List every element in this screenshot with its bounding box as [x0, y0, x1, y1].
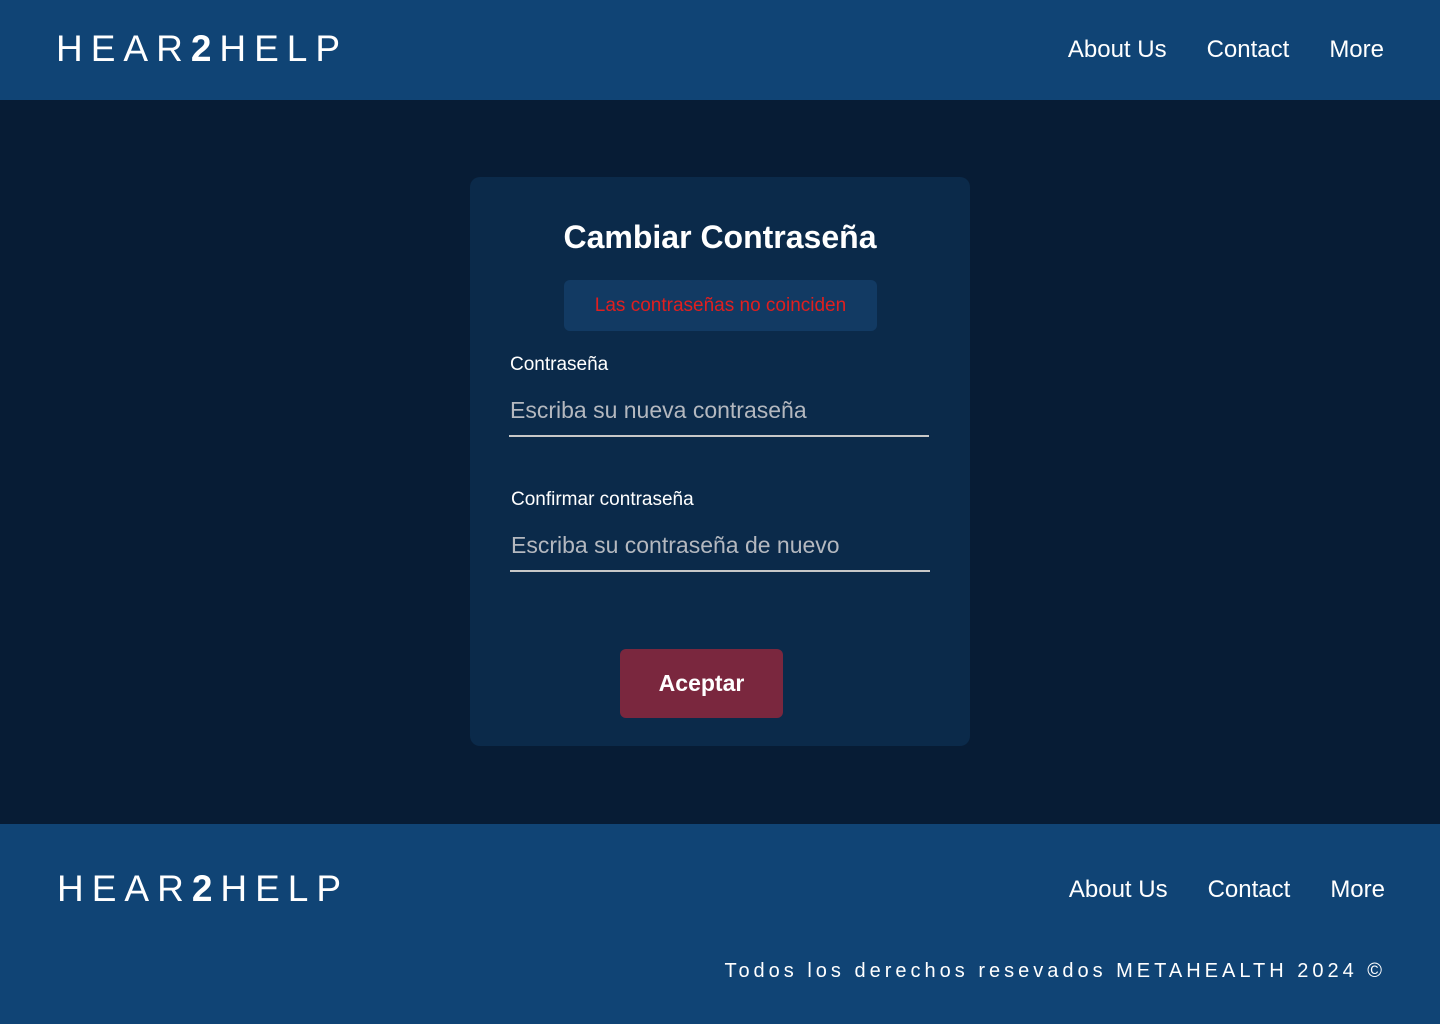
password-input[interactable] [509, 393, 929, 437]
nav-more-link[interactable]: More [1329, 36, 1384, 64]
copyright-text: Todos los derechos resevados METAHEALTH … [724, 960, 1386, 982]
footer-contact-link[interactable]: Contact [1208, 876, 1291, 904]
footer-nav: About Us Contact More [1069, 876, 1385, 904]
header-logo[interactable]: HEAR2HELP [56, 28, 348, 70]
nav-about-us-link[interactable]: About Us [1068, 36, 1167, 64]
logo-text-hear: HEAR [56, 28, 191, 69]
logo-text-help: HELP [220, 868, 350, 909]
site-footer: HEAR2HELP About Us Contact More Todos lo… [0, 824, 1440, 1024]
error-message: Las contraseñas no coinciden [564, 280, 877, 331]
footer-logo[interactable]: HEAR2HELP [57, 868, 349, 910]
form-title: Cambiar Contraseña [563, 219, 877, 255]
confirm-password-input[interactable] [510, 528, 930, 572]
logo-text-2: 2 [190, 28, 220, 69]
error-message-text: Las contraseñas no coinciden [594, 294, 847, 316]
footer-more-link[interactable]: More [1330, 876, 1385, 904]
nav-contact-link[interactable]: Contact [1207, 36, 1290, 64]
header-nav: About Us Contact More [1068, 36, 1384, 64]
password-label: Contraseña [510, 354, 609, 375]
site-header: HEAR2HELP About Us Contact More [0, 0, 1440, 100]
footer-about-us-link[interactable]: About Us [1069, 876, 1168, 904]
confirm-password-label: Confirmar contraseña [511, 489, 694, 510]
logo-text-help: HELP [219, 28, 349, 69]
logo-text-2: 2 [191, 868, 221, 909]
change-password-card: Cambiar Contraseña Las contraseñas no co… [470, 177, 970, 746]
logo-text-hear: HEAR [57, 868, 192, 909]
accept-button[interactable]: Aceptar [620, 649, 783, 718]
